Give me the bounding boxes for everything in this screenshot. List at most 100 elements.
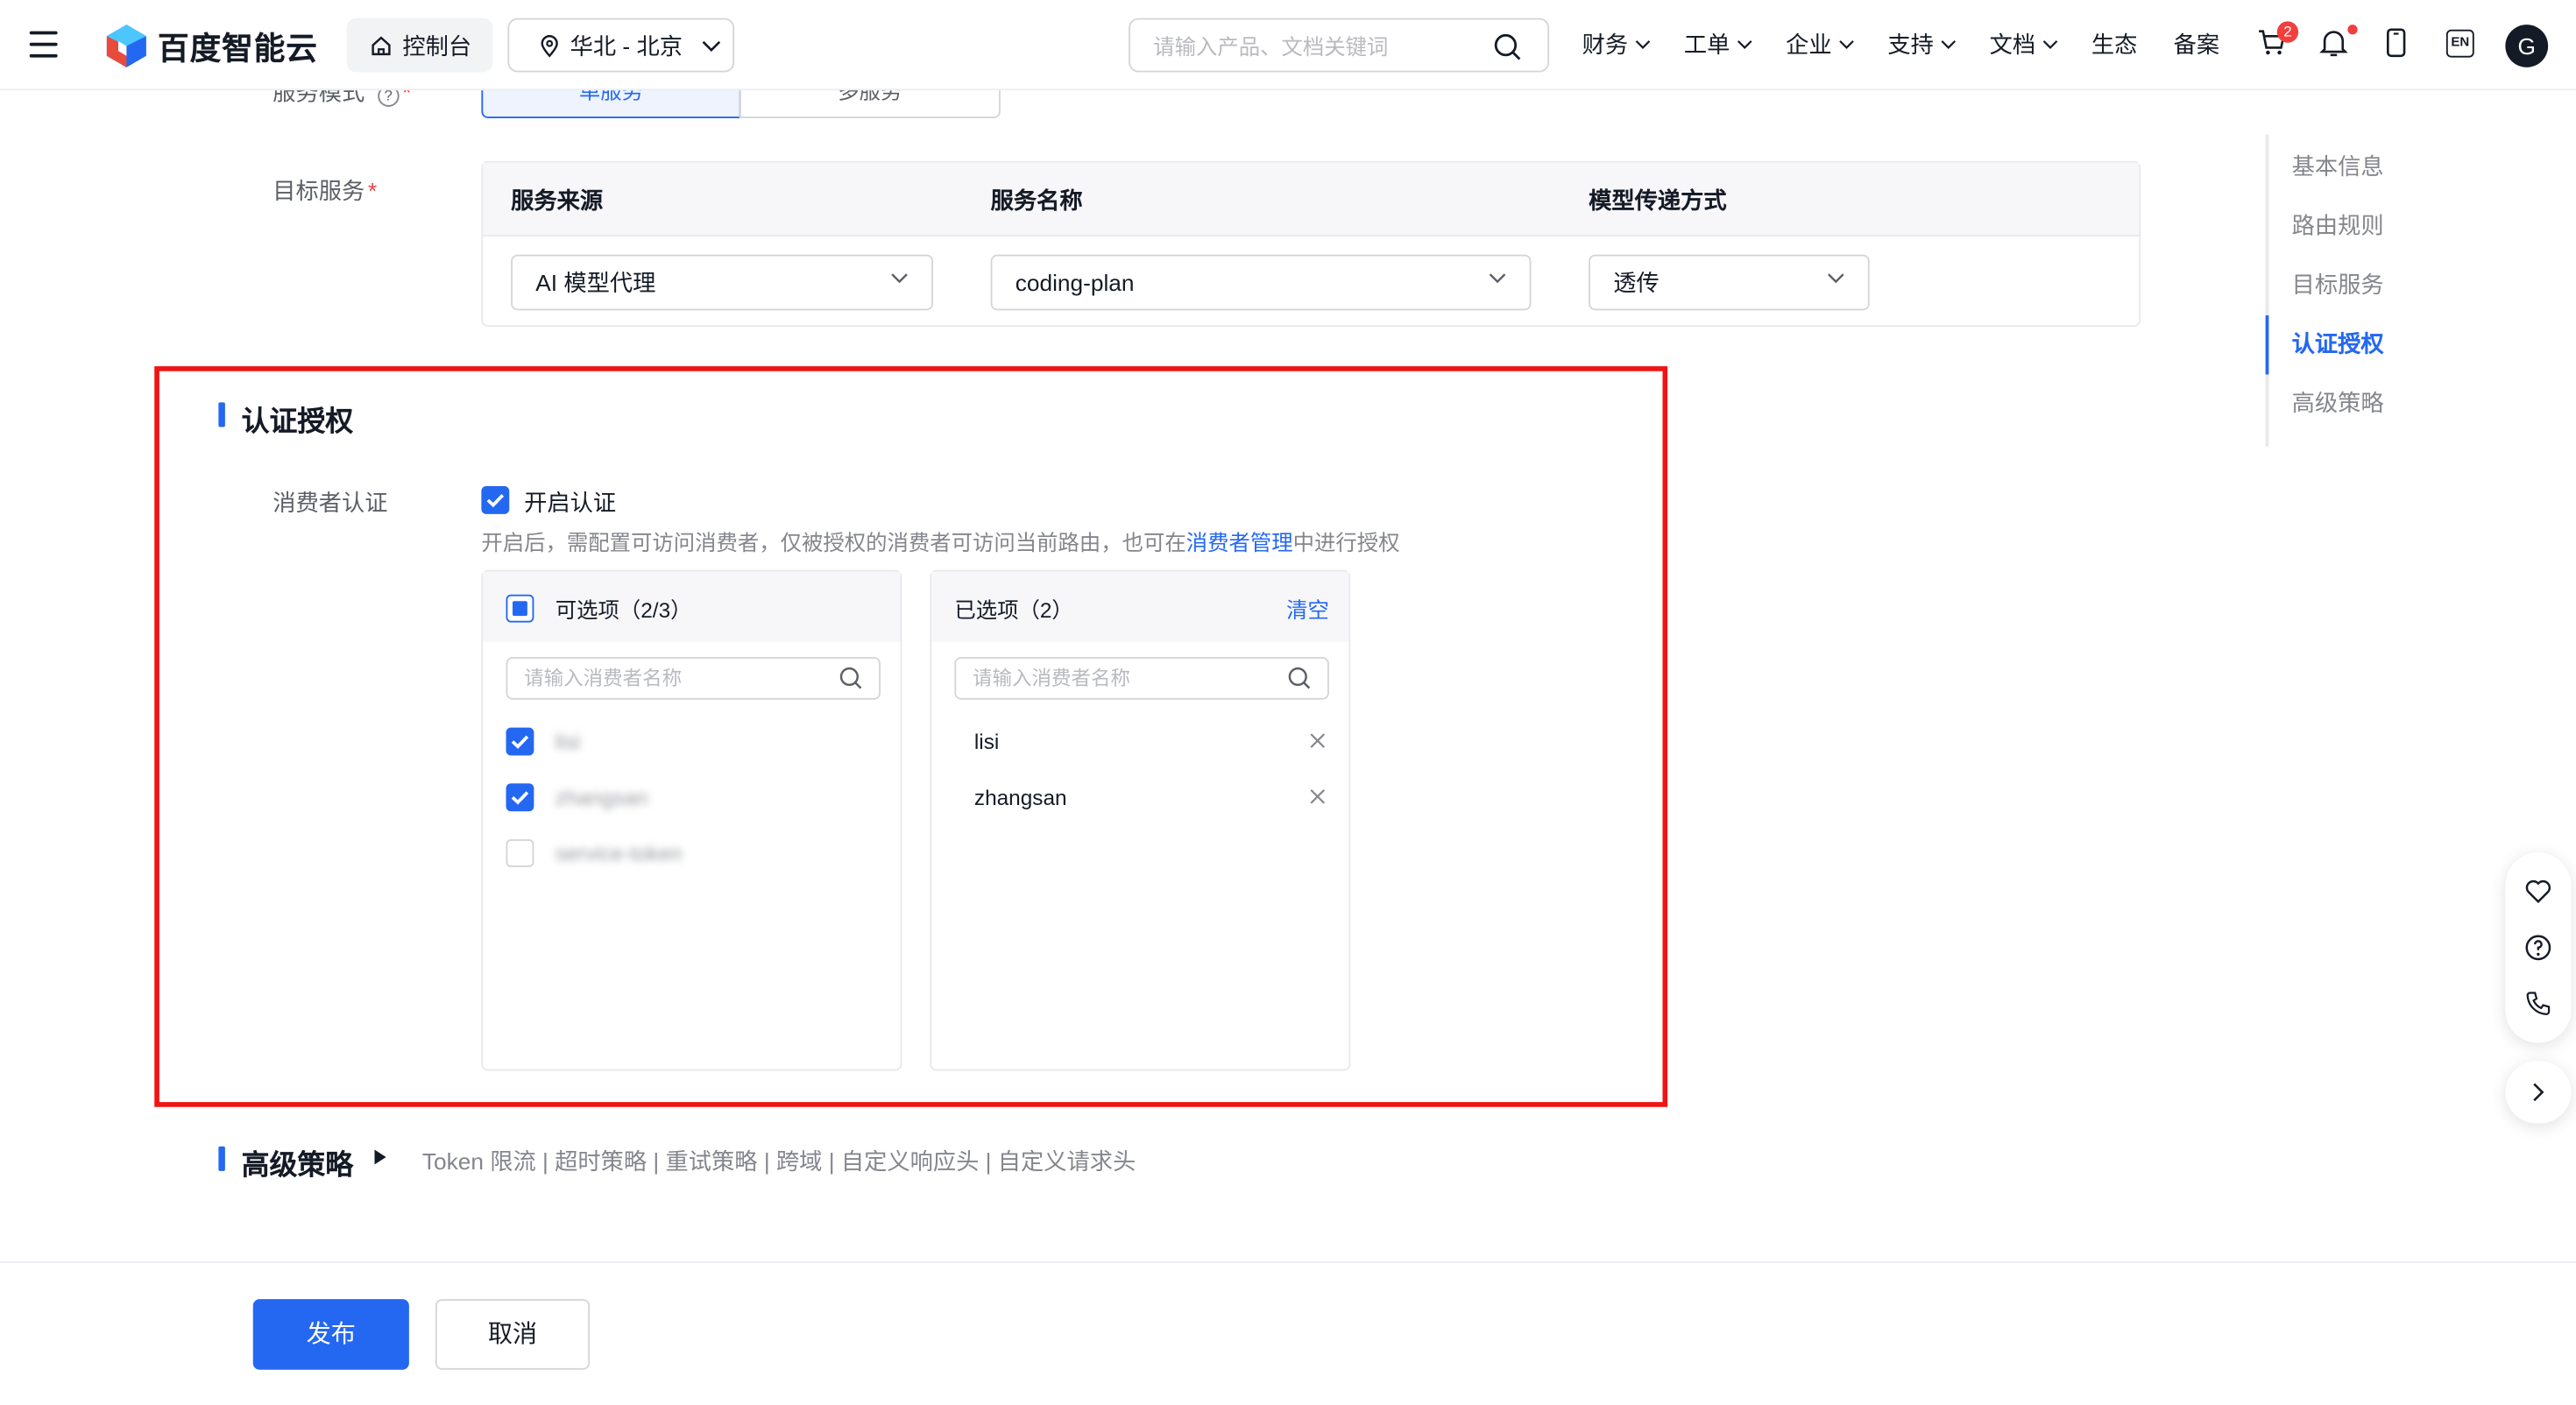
enable-auth-checkbox[interactable] <box>481 486 510 514</box>
remove-icon[interactable] <box>1309 788 1326 805</box>
available-panel-header: 可选项（2/3） <box>483 571 901 643</box>
advanced-section-title[interactable]: 高级策略 <box>218 1141 353 1183</box>
menu-icon[interactable] <box>29 31 58 58</box>
search-icon[interactable] <box>839 667 862 689</box>
baidu-cloud-logo-icon <box>106 25 146 67</box>
toc-item-route-rules[interactable]: 路由规则 <box>2292 208 2384 242</box>
help-icon[interactable] <box>2525 935 2551 961</box>
consumer-management-link[interactable]: 消费者管理 <box>1186 531 1293 555</box>
column-service-name: 服务名称 <box>990 187 1083 214</box>
consumer-checkbox-lisi[interactable] <box>506 727 534 756</box>
select-all-checkbox[interactable] <box>506 594 534 623</box>
advanced-policy-links: Token 限流 | 超时策略 | 重试策略 | 跨域 | 自定义响应头 | 自… <box>421 1147 1136 1175</box>
phone-icon[interactable] <box>2525 991 2551 1017</box>
location-icon <box>541 34 558 57</box>
model-transfer-value: 透传 <box>1613 269 1660 296</box>
consumer-name-lisi: lisi <box>555 729 581 754</box>
section-bar <box>218 1146 225 1171</box>
region-label: 华北 - 北京 <box>570 32 683 59</box>
caret-right-icon[interactable] <box>374 1149 386 1165</box>
service-name-select[interactable]: coding-plan <box>990 254 1532 311</box>
toc-item-basic-info[interactable]: 基本信息 <box>2292 150 2384 183</box>
chevron-down-icon <box>1635 39 1651 49</box>
mobile-icon[interactable] <box>2386 28 2407 58</box>
check-icon <box>511 791 529 805</box>
selected-search-placeholder: 请输入消费者名称 <box>973 667 1131 690</box>
target-service-table: 服务来源 服务名称 模型传递方式 AI 模型代理 coding-plan 透传 <box>481 160 2141 328</box>
chevron-down-icon <box>891 273 908 284</box>
bell-icon[interactable] <box>2319 28 2348 58</box>
menu-ticket[interactable]: 工单 <box>1684 28 1753 61</box>
console-label: 控制台 <box>402 32 472 59</box>
target-service-label: 目标服务 * <box>272 174 377 208</box>
highlight-box <box>154 366 1668 1107</box>
remove-icon[interactable] <box>1309 732 1326 749</box>
available-panel: 可选项（2/3） 请输入消费者名称 lisi zhangsan service-… <box>481 569 902 1071</box>
section-bar <box>218 402 225 427</box>
consumer-auth-label: 消费者认证 <box>272 489 388 516</box>
language-switch[interactable]: EN <box>2445 29 2474 58</box>
global-search-input[interactable]: 请输入产品、文档关键词 <box>1129 18 1550 73</box>
section-anchor-nav: 基本信息 路由规则 目标服务 认证授权 高级策略 <box>2265 134 2463 447</box>
menu-filing[interactable]: 备案 <box>2174 28 2220 61</box>
toc-item-advanced[interactable]: 高级策略 <box>2292 386 2384 420</box>
check-icon <box>511 735 529 749</box>
menu-support[interactable]: 支持 <box>1887 28 1957 61</box>
menu-docs[interactable]: 文档 <box>1990 28 2059 61</box>
selected-panel: 已选项（2） 清空 请输入消费者名称 lisi zhangsan <box>930 569 1351 1071</box>
avatar-letter: G <box>2517 32 2536 60</box>
service-source-value: AI 模型代理 <box>535 269 656 296</box>
expand-toolbar-button[interactable] <box>2505 1061 2572 1124</box>
toc-item-auth[interactable]: 认证授权 <box>2292 327 2384 360</box>
publish-button[interactable]: 发布 <box>252 1299 409 1370</box>
selected-item-zhangsan: zhangsan <box>973 785 1067 810</box>
service-source-select[interactable]: AI 模型代理 <box>511 254 933 311</box>
console-button[interactable]: 控制台 <box>346 18 493 73</box>
search-placeholder: 请输入产品、文档关键词 <box>1153 34 1389 60</box>
chevron-down-icon <box>1941 39 1957 49</box>
hint-suffix: 中进行授权 <box>1292 530 1400 555</box>
page: 百度智能云 控制台 华北 - 北京 请输入产品、文档关键词 财务 工单 企业 支… <box>0 0 2576 1405</box>
available-title: 可选项（2/3） <box>555 597 692 623</box>
search-icon[interactable] <box>1288 667 1311 689</box>
menu-enterprise[interactable]: 企业 <box>1786 28 1855 61</box>
chevron-down-icon <box>1828 273 1844 284</box>
menu-docs-label: 文档 <box>1989 31 2036 58</box>
favorite-heart-icon[interactable] <box>2525 879 2551 904</box>
consumer-name-zhangsan: zhangsan <box>555 785 648 810</box>
required-mark: * <box>368 177 378 204</box>
chevron-down-icon <box>1839 39 1854 49</box>
search-icon[interactable] <box>1493 33 1521 61</box>
hint-prefix: 开启后，需配置可访问消费者，仅被授权的消费者可访问当前路由，也可在 <box>481 530 1186 555</box>
column-service-source: 服务来源 <box>511 187 604 214</box>
cart-badge: 2 <box>2276 21 2299 43</box>
menu-finance[interactable]: 财务 <box>1582 28 1652 61</box>
check-icon <box>486 494 505 508</box>
model-transfer-select[interactable]: 透传 <box>1589 254 1870 311</box>
chevron-down-icon <box>1489 273 1506 284</box>
user-avatar[interactable]: G <box>2505 25 2549 67</box>
top-navbar: 百度智能云 控制台 华北 - 北京 请输入产品、文档关键词 财务 工单 企业 支… <box>0 0 2576 91</box>
target-service-text: 目标服务 <box>272 177 365 204</box>
home-icon <box>372 35 391 55</box>
region-selector[interactable]: 华北 - 北京 <box>507 18 735 73</box>
selected-search-input[interactable]: 请输入消费者名称 <box>954 657 1329 700</box>
service-name-value: coding-plan <box>1015 269 1135 296</box>
consumer-checkbox-service-token[interactable] <box>506 839 534 867</box>
top-menu: 财务 工单 企业 支持 文档 生态 备案 <box>1582 28 2256 61</box>
clear-button[interactable]: 清空 <box>1286 593 1329 625</box>
brand-logo[interactable]: 百度智能云 <box>105 21 318 70</box>
available-search-input[interactable]: 请输入消费者名称 <box>506 657 881 700</box>
consumer-checkbox-zhangsan[interactable] <box>506 783 534 812</box>
menu-ecosystem[interactable]: 生态 <box>2091 28 2138 61</box>
target-table-header: 服务来源 服务名称 模型传递方式 <box>483 162 2140 237</box>
cancel-button[interactable]: 取消 <box>435 1299 591 1370</box>
toc-item-target-service[interactable]: 目标服务 <box>2292 268 2384 301</box>
menu-finance-label: 财务 <box>1582 31 1629 58</box>
selected-item-lisi: lisi <box>973 729 1000 754</box>
auth-hint: 开启后，需配置可访问消费者，仅被授权的消费者可访问当前路由，也可在消费者管理中进… <box>481 526 1399 557</box>
menu-ticket-label: 工单 <box>1683 31 1730 58</box>
enable-auth-label: 开启认证 <box>524 489 617 516</box>
auth-section-title: 认证授权 <box>218 398 353 439</box>
auth-section-text: 认证授权 <box>241 406 354 437</box>
